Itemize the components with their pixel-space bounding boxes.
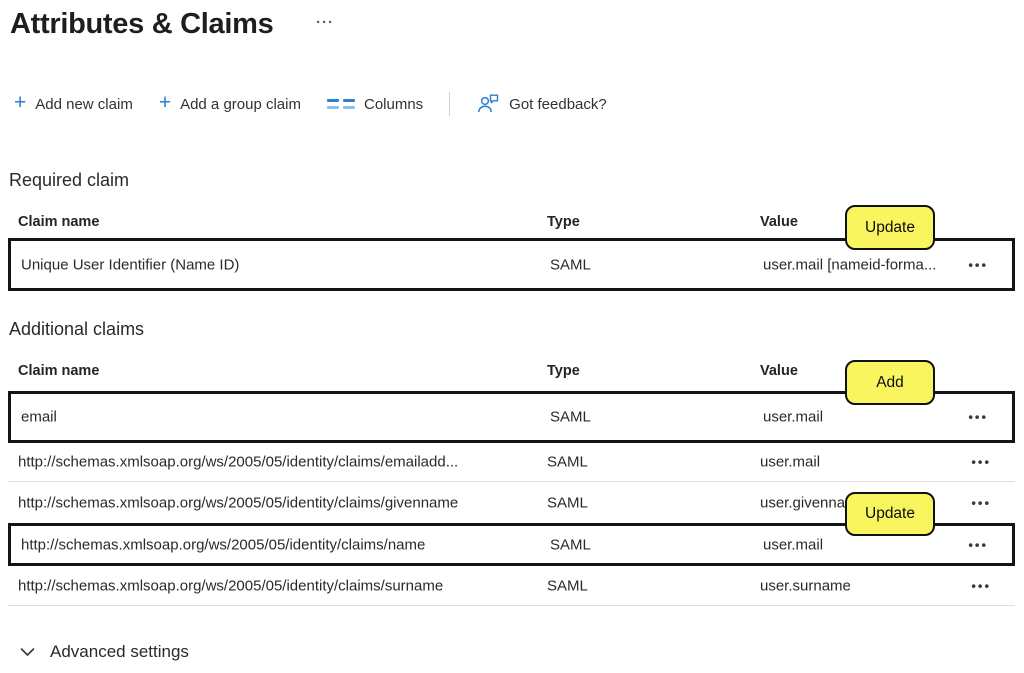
value-cell: user.mail: [763, 536, 823, 553]
toolbar: + Add new claim + Add a group claim Colu…: [14, 88, 607, 120]
advanced-settings-label: Advanced settings: [50, 642, 189, 662]
advanced-settings-expander[interactable]: Advanced settings: [20, 642, 189, 662]
toolbar-divider: [449, 92, 450, 116]
row-menu-button[interactable]: •••: [968, 410, 988, 425]
chevron-down-icon: [20, 647, 35, 657]
type-cell: SAML: [547, 494, 588, 511]
page-more-menu[interactable]: ···: [316, 14, 334, 31]
type-cell: SAML: [547, 454, 588, 471]
value-cell: user.mail: [763, 409, 823, 426]
attributes-claims-page: Attributes & Claims ··· + Add new claim …: [0, 0, 1024, 673]
page-title: Attributes & Claims: [10, 8, 273, 41]
column-header-value: Value: [760, 214, 798, 230]
table-row-surname[interactable]: http://schemas.xmlsoap.org/ws/2005/05/id…: [8, 566, 1015, 606]
feedback-icon: [476, 93, 500, 115]
claim-name-cell: email: [21, 409, 57, 426]
column-header-type: Type: [547, 214, 580, 230]
required-claim-heading: Required claim: [9, 170, 129, 191]
annotation-callout-update-required: Update: [845, 205, 935, 250]
row-menu-button[interactable]: •••: [971, 455, 991, 470]
claim-name-cell: http://schemas.xmlsoap.org/ws/2005/05/id…: [18, 494, 458, 511]
value-cell: user.surname: [760, 577, 851, 594]
columns-label: Columns: [364, 96, 423, 113]
annotation-callout-update-name: Update: [845, 492, 935, 536]
row-menu-button[interactable]: •••: [971, 578, 991, 593]
claim-name-cell: http://schemas.xmlsoap.org/ws/2005/05/id…: [21, 536, 425, 553]
columns-button[interactable]: Columns: [327, 96, 423, 113]
add-new-claim-label: Add new claim: [35, 96, 133, 113]
type-cell: SAML: [550, 409, 591, 426]
add-group-claim-button[interactable]: + Add a group claim: [159, 95, 301, 113]
row-menu-button[interactable]: •••: [971, 495, 991, 510]
column-header-type: Type: [547, 363, 580, 379]
plus-icon: +: [159, 93, 171, 113]
column-header-claim-name: Claim name: [18, 214, 99, 230]
claim-name-cell: Unique User Identifier (Name ID): [21, 256, 239, 273]
row-menu-button[interactable]: •••: [968, 537, 988, 552]
add-group-claim-label: Add a group claim: [180, 96, 301, 113]
column-header-value: Value: [760, 363, 798, 379]
column-header-claim-name: Claim name: [18, 363, 99, 379]
row-menu-button[interactable]: •••: [968, 257, 988, 272]
value-cell: user.mail: [760, 454, 820, 471]
columns-icon: [327, 99, 355, 109]
type-cell: SAML: [547, 577, 588, 594]
table-row-emailaddress[interactable]: http://schemas.xmlsoap.org/ws/2005/05/id…: [8, 443, 1015, 482]
got-feedback-label: Got feedback?: [509, 96, 607, 113]
claim-name-cell: http://schemas.xmlsoap.org/ws/2005/05/id…: [18, 454, 458, 471]
claim-name-cell: http://schemas.xmlsoap.org/ws/2005/05/id…: [18, 577, 443, 594]
value-cell: user.mail [nameid-forma...: [763, 256, 936, 273]
additional-claims-heading: Additional claims: [9, 319, 144, 340]
type-cell: SAML: [550, 256, 591, 273]
type-cell: SAML: [550, 536, 591, 553]
annotation-callout-add-email: Add: [845, 360, 935, 405]
got-feedback-button[interactable]: Got feedback?: [476, 93, 607, 115]
plus-icon: +: [14, 93, 26, 113]
add-new-claim-button[interactable]: + Add new claim: [14, 95, 133, 113]
